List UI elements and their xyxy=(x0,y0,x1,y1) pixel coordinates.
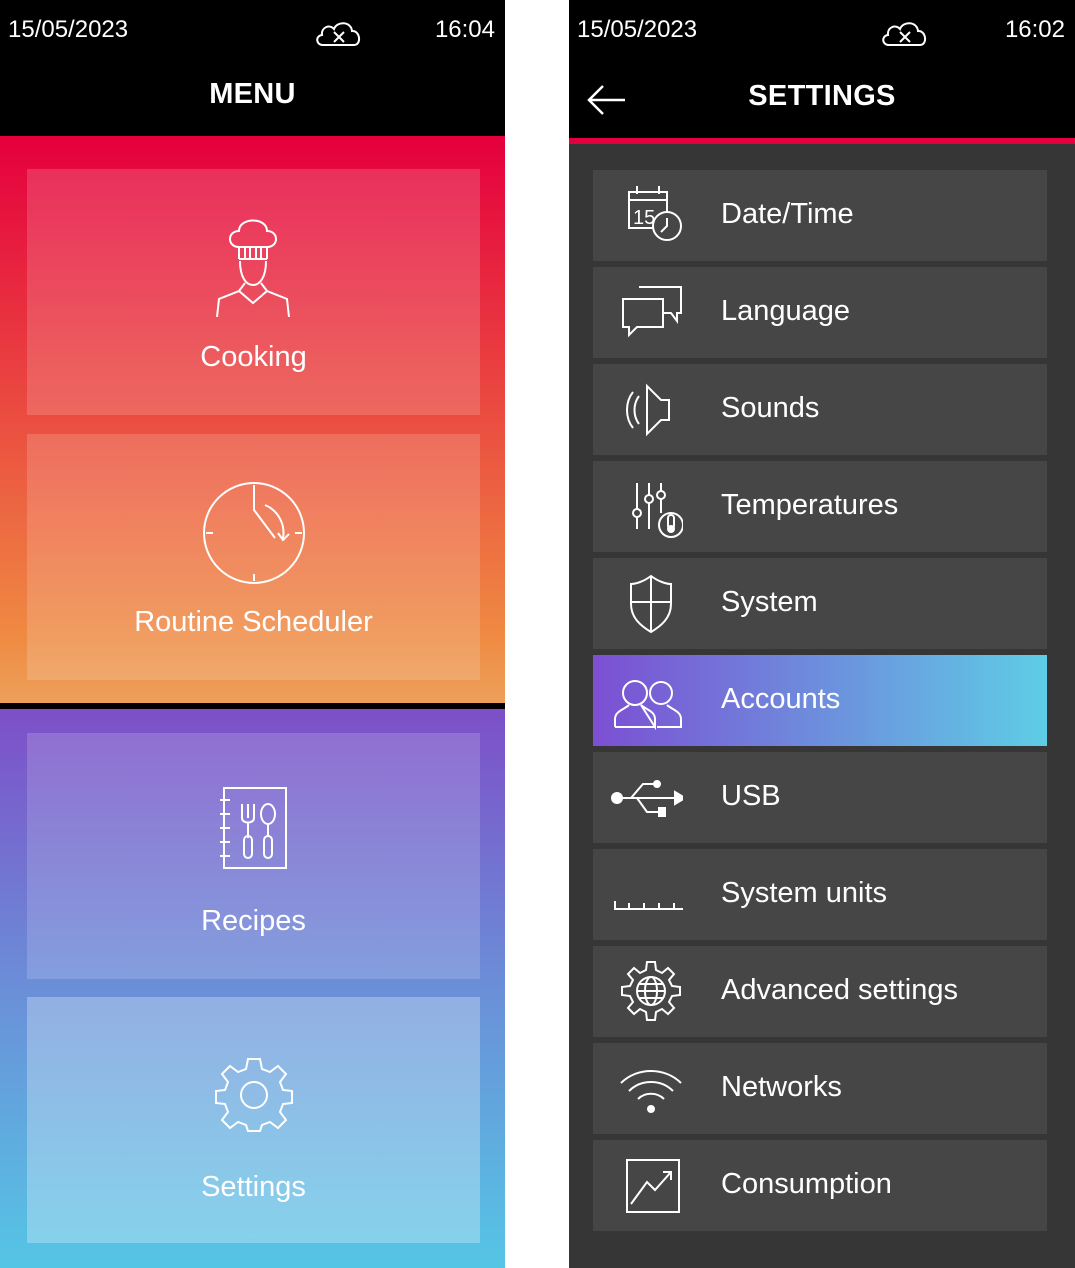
settings-item-date-time[interactable]: 15 Date/Time xyxy=(593,170,1047,261)
cloud-disconnected-icon xyxy=(882,22,926,46)
page-title: SETTINGS xyxy=(748,80,896,112)
settings-item-label: System units xyxy=(721,877,887,909)
status-date: 15/05/2023 xyxy=(577,16,698,43)
tile-label: Recipes xyxy=(201,905,306,937)
settings-tile[interactable]: Settings xyxy=(27,997,480,1243)
tile-label: Routine Scheduler xyxy=(134,606,373,638)
settings-item-networks[interactable]: Networks xyxy=(593,1043,1047,1134)
recipes-tile[interactable]: Recipes xyxy=(27,733,480,979)
svg-text:15: 15 xyxy=(633,207,655,229)
tile-label: Settings xyxy=(201,1171,306,1203)
settings-item-language[interactable]: Language xyxy=(593,267,1047,358)
status-time: 16:04 xyxy=(434,16,495,43)
wifi-icon xyxy=(620,1070,682,1113)
settings-item-label: Advanced settings xyxy=(721,974,958,1006)
gear-globe-icon xyxy=(621,961,681,1021)
title-divider xyxy=(569,138,1075,144)
chef-icon xyxy=(215,219,290,317)
settings-item-consumption[interactable]: Consumption xyxy=(593,1140,1047,1231)
clock-icon xyxy=(202,482,305,584)
settings-item-label: Temperatures xyxy=(721,489,899,521)
menu-section-primary: Cooking Routine Scheduler xyxy=(0,142,505,703)
status-date: 15/05/2023 xyxy=(8,16,129,43)
settings-item-label: System xyxy=(721,586,818,618)
settings-item-label: Language xyxy=(721,295,851,327)
ruler-icon xyxy=(614,901,683,910)
settings-item-system-units[interactable]: System units xyxy=(593,849,1047,940)
settings-screen: 15/05/2023 16:02 SETTINGS 15 Date/Time L… xyxy=(569,0,1075,1268)
routine-scheduler-tile[interactable]: Routine Scheduler xyxy=(27,434,480,680)
settings-item-accounts[interactable]: Accounts xyxy=(593,655,1047,746)
settings-item-label: Consumption xyxy=(721,1168,892,1200)
sliders-thermometer-icon xyxy=(632,483,683,538)
users-icon xyxy=(614,680,682,731)
status-bar: 15/05/2023 16:02 xyxy=(569,0,1075,60)
settings-item-label: Accounts xyxy=(721,683,841,715)
status-time: 16:02 xyxy=(1004,16,1065,43)
settings-item-temperatures[interactable]: Temperatures xyxy=(593,461,1047,552)
settings-item-label: USB xyxy=(721,780,781,812)
settings-item-label: Date/Time xyxy=(721,198,854,230)
settings-item-label: Sounds xyxy=(721,392,820,424)
settings-item-label: Networks xyxy=(721,1071,842,1103)
page-title: MENU xyxy=(209,78,296,110)
cooking-tile[interactable]: Cooking xyxy=(27,169,480,415)
gear-icon xyxy=(214,1058,293,1132)
cloud-disconnected-icon xyxy=(316,22,360,46)
chat-bubbles-icon xyxy=(622,286,682,338)
calendar-clock-icon: 15 xyxy=(628,186,682,241)
settings-item-sounds[interactable]: Sounds xyxy=(593,364,1047,455)
usb-icon xyxy=(611,780,683,817)
settings-item-system[interactable]: System xyxy=(593,558,1047,649)
speaker-icon xyxy=(626,383,670,437)
menu-section-secondary: Recipes Settings xyxy=(0,709,505,1268)
recipe-book-icon xyxy=(219,787,287,869)
settings-item-advanced-settings[interactable]: Advanced settings xyxy=(593,946,1047,1037)
shield-icon xyxy=(630,574,672,634)
settings-item-usb[interactable]: USB xyxy=(593,752,1047,843)
tile-label: Cooking xyxy=(200,341,307,373)
chart-icon xyxy=(626,1159,680,1213)
menu-screen: 15/05/2023 16:04 MENU Cooking Routine Sc… xyxy=(0,0,505,1268)
status-bar: 15/05/2023 16:04 xyxy=(0,0,505,60)
